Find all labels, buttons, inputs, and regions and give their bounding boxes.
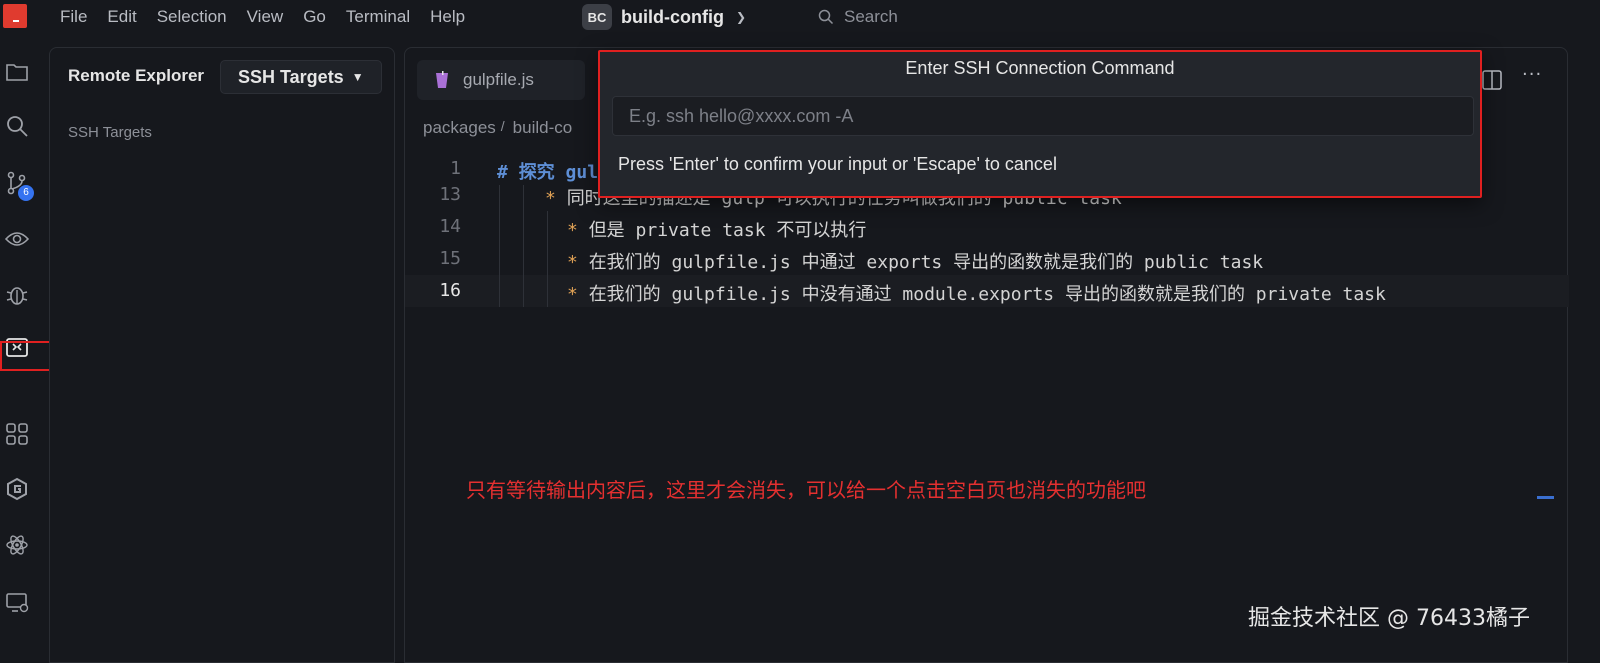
tab-label: gulpfile.js [463, 70, 534, 89]
code-line: 15 * 在我们的 gulpfile.js 中通过 exports 导出的函数就… [405, 243, 1569, 275]
gitlens-icon[interactable] [4, 476, 30, 502]
chevron-down-icon: ❯ [735, 10, 747, 24]
line-text: 但是 private task 不可以执行 [588, 220, 867, 241]
menu-terminal[interactable]: Terminal [346, 0, 410, 33]
bullet-marker: * [567, 284, 589, 305]
line-number: 16 [439, 280, 461, 301]
line-text: 在我们的 gulpfile.js 中通过 exports 导出的函数就是我们的 … [588, 252, 1264, 273]
gulp-file-icon [436, 71, 448, 88]
menu-selection[interactable]: Selection [157, 0, 227, 33]
explorer-icon[interactable] [4, 59, 30, 85]
menu-edit[interactable]: Edit [107, 0, 136, 33]
menu-view[interactable]: View [247, 0, 284, 33]
line-number: 13 [439, 184, 461, 205]
remote-explorer-sidebar: Remote Explorer SSH Targets ▼ SSH Target… [49, 47, 395, 663]
search-view-icon[interactable] [4, 113, 30, 139]
quick-input-title: Enter SSH Connection Command [905, 58, 1175, 78]
extensions-icon[interactable] [4, 421, 30, 447]
line-number: 1 [450, 158, 461, 179]
more-actions-icon[interactable]: ··· [1522, 64, 1542, 85]
app-logo [3, 4, 27, 28]
indent-guide [523, 185, 524, 307]
indent-guide [499, 185, 500, 307]
chevron-down-icon: ▼ [351, 70, 364, 84]
project-name: build-config [621, 6, 724, 27]
debug-icon[interactable] [4, 281, 30, 307]
breadcrumb: packages / build-co [423, 118, 572, 138]
line-number: 14 [439, 216, 461, 237]
menu-file[interactable]: File [60, 0, 87, 33]
menu-help[interactable]: Help [430, 0, 465, 33]
ssh-command-input[interactable] [612, 96, 1474, 136]
line-number: 15 [439, 248, 461, 269]
project-switcher[interactable]: BC build-config ❯ [582, 3, 746, 31]
dropdown-label: SSH Targets [238, 66, 344, 87]
annotation-highlight-box [0, 341, 55, 371]
ssh-targets-section[interactable]: SSH Targets [68, 124, 152, 141]
annotation-text: 只有等待输出内容后，这里才会消失，可以给一个点击空白页也消失的功能吧 [466, 478, 1146, 502]
sidebar-title: Remote Explorer [68, 66, 205, 85]
search-label: Search [844, 6, 898, 26]
breadcrumb-separator: / [500, 118, 505, 134]
breadcrumb-item[interactable]: packages [423, 118, 496, 138]
project-badge: BC [582, 4, 612, 30]
ssh-command-quick-input: Enter SSH Connection Command Press 'Ente… [598, 50, 1482, 198]
eye-icon[interactable] [4, 225, 30, 251]
remote-monitor-icon[interactable] [4, 589, 30, 615]
bullet-marker: * [567, 220, 589, 241]
indent-guide [547, 211, 548, 307]
quick-input-message: Press 'Enter' to confirm your input or '… [618, 154, 1057, 174]
line-text: 在我们的 gulpfile.js 中没有通过 module.exports 导出… [588, 284, 1386, 305]
scrollbar-marker [1537, 496, 1554, 499]
code-line-current: 16 * 在我们的 gulpfile.js 中没有通过 module.expor… [405, 275, 1569, 307]
split-editor-icon[interactable] [1482, 70, 1502, 90]
bullet-marker: * [545, 188, 567, 209]
code-line: 14 * 但是 private task 不可以执行 [405, 211, 1569, 243]
tab-gulpfile[interactable]: gulpfile.js [417, 60, 585, 100]
command-search[interactable]: Search [818, 0, 898, 33]
menu-bar: File Edit Selection View Go Terminal Hel… [60, 0, 485, 33]
bullet-marker: * [567, 252, 589, 273]
scm-count-badge: 6 [18, 185, 34, 201]
breadcrumb-item[interactable]: build-co [513, 118, 573, 138]
title-bar: File Edit Selection View Go Terminal Hel… [0, 0, 1600, 33]
watermark: 掘金技术社区 @ 76433橘子 [1248, 606, 1530, 631]
react-icon[interactable] [4, 532, 30, 558]
menu-go[interactable]: Go [303, 0, 326, 33]
ssh-targets-dropdown[interactable]: SSH Targets ▼ [220, 60, 382, 94]
search-icon [818, 9, 834, 24]
